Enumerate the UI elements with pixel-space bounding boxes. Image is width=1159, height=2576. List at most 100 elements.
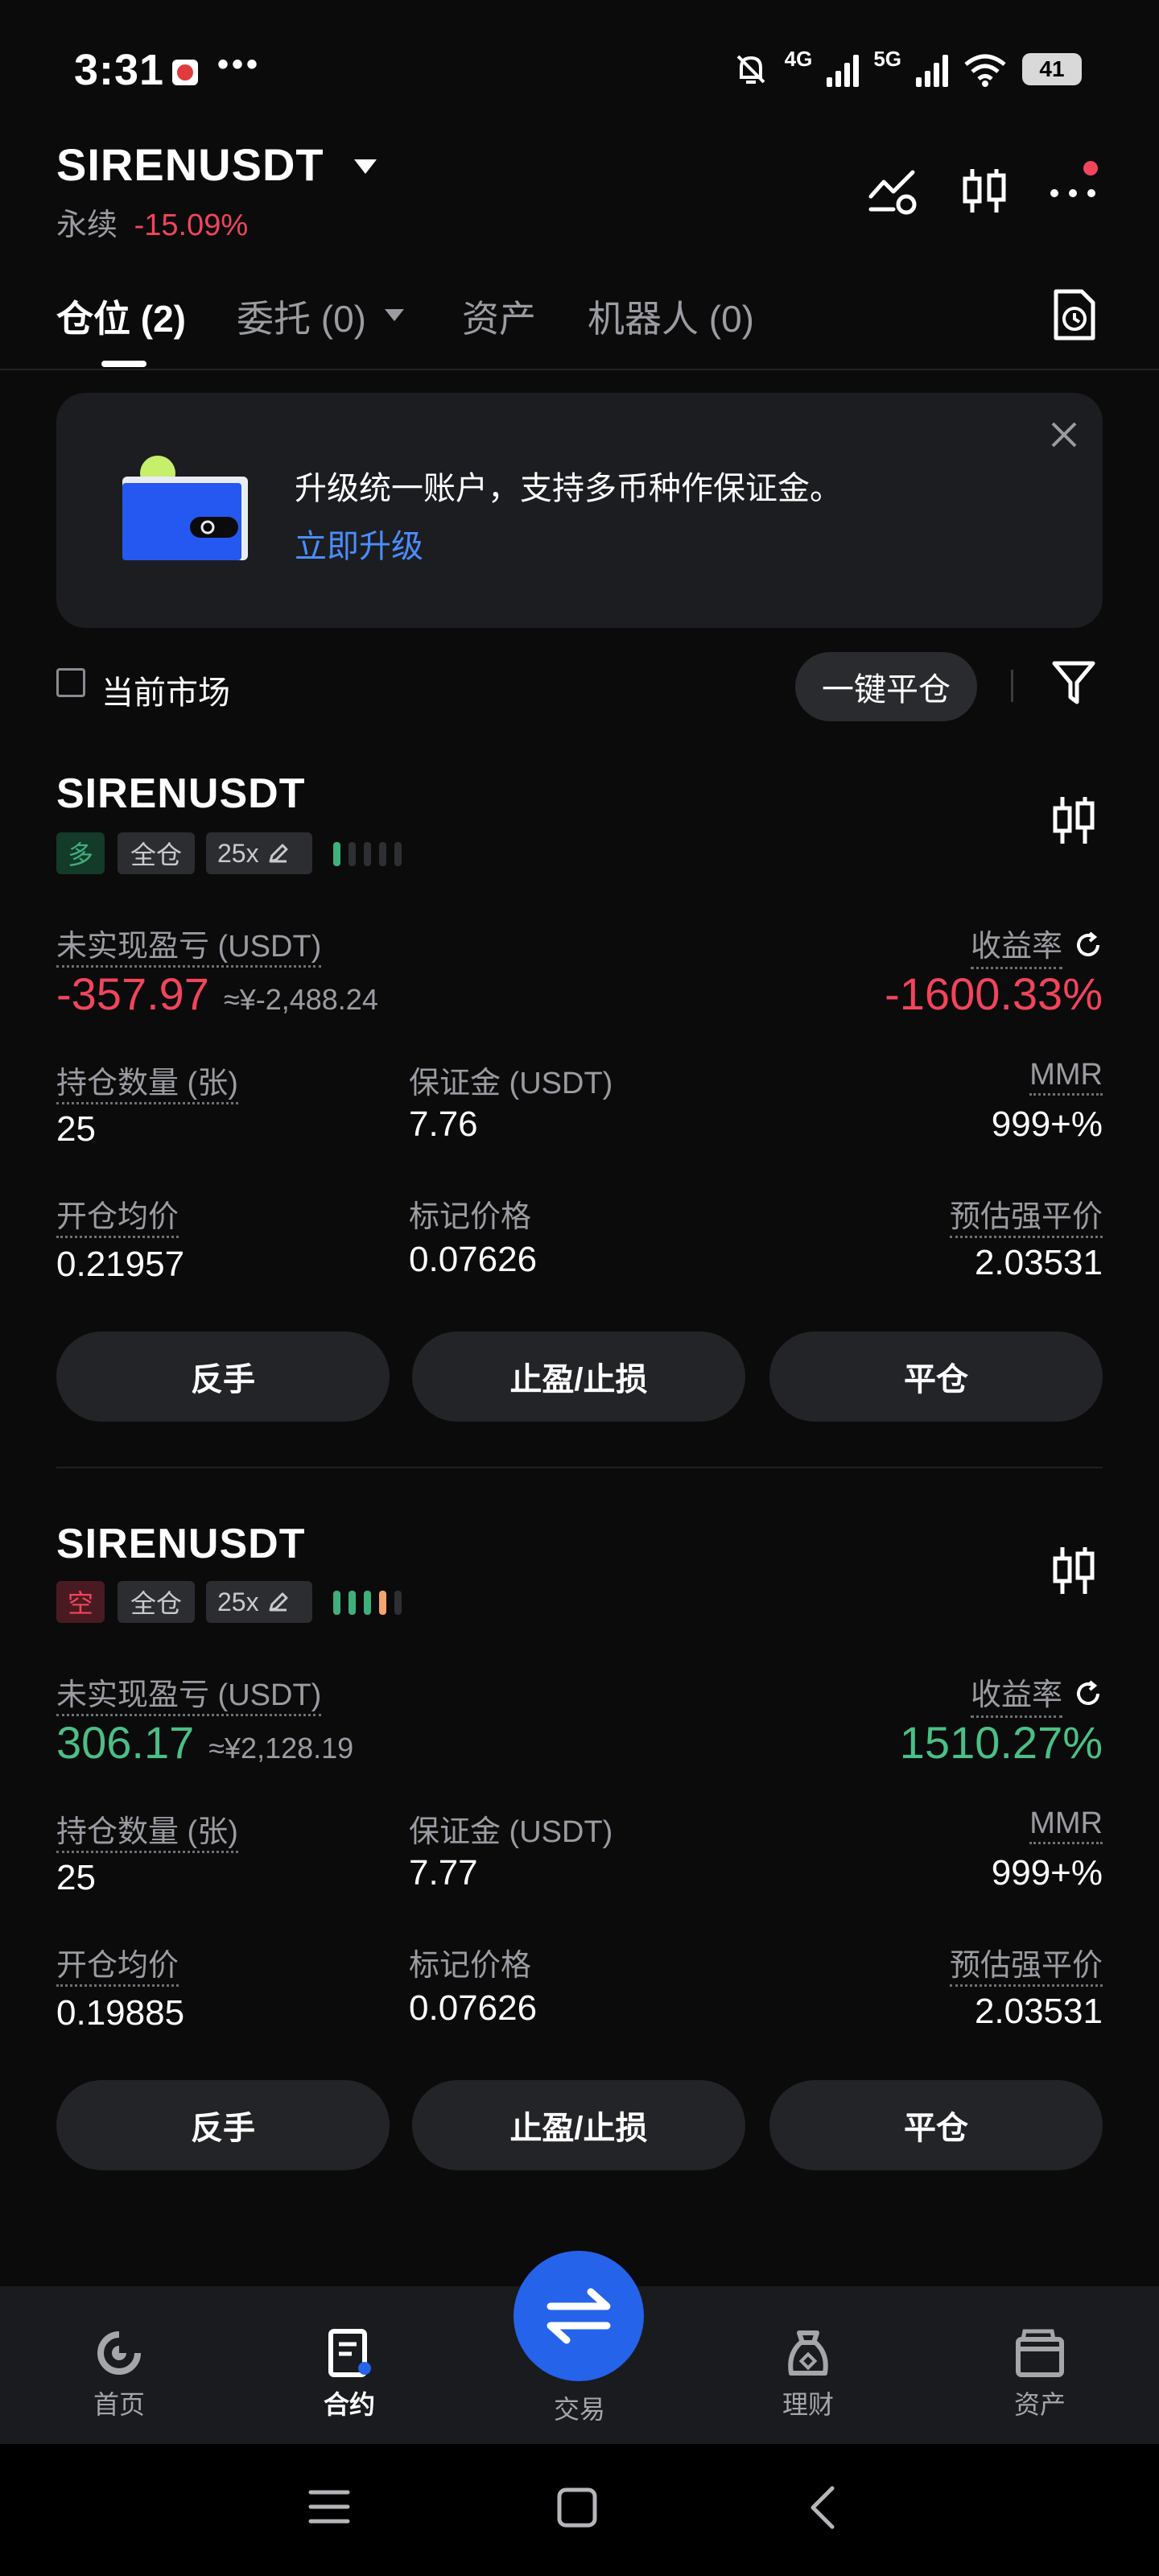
nav-contract-label: 合约 <box>323 2390 375 2419</box>
position-1-mmr-label: MMR <box>1029 1058 1103 1096</box>
position-2-entry: 0.19885 <box>56 1993 185 2033</box>
contract-type: 永续 <box>56 208 118 242</box>
back-icon[interactable] <box>806 2484 839 2531</box>
price-change: -15.09% <box>134 208 249 242</box>
position-2-roe-label: 收益率 <box>970 1670 1062 1718</box>
battery-icon: 41 <box>1022 53 1082 85</box>
position-2-size: 25 <box>56 1858 96 1897</box>
nav-home-label: 首页 <box>93 2390 145 2419</box>
status-time: 3:31 <box>74 46 165 94</box>
position-1-size: 25 <box>56 1109 96 1149</box>
position-2-roe: 1510.27% <box>899 1717 1103 1768</box>
position-1-mark-label: 标记价格 <box>409 1200 532 1234</box>
home-square-icon[interactable] <box>555 2486 599 2529</box>
position-2-margin-mode: 全仓 <box>118 1581 195 1623</box>
nav-contract[interactable]: 合约 <box>293 2326 406 2421</box>
upgrade-now-link[interactable]: 立即升级 <box>295 520 423 567</box>
refresh-icon[interactable] <box>1074 1679 1103 1708</box>
recent-apps-icon[interactable] <box>307 2487 351 2526</box>
position-1-chart-icon[interactable] <box>1051 794 1096 847</box>
close-icon[interactable] <box>1048 419 1080 451</box>
position-1-pnl: -357.97 <box>56 968 209 1019</box>
position-1-liq: 2.03531 <box>974 1243 1103 1282</box>
filter-divider <box>1011 670 1013 702</box>
position-2-tpsl-button[interactable]: 止盈/止损 <box>412 2080 745 2170</box>
wallet-icon <box>1016 2329 1064 2377</box>
position-1-mark: 0.07626 <box>409 1240 538 1279</box>
signal-icon <box>827 52 860 87</box>
nav-finance-label: 理财 <box>782 2390 834 2419</box>
position-2-mark: 0.07626 <box>409 1988 538 2028</box>
pair-subtitle: 永续 -15.09% <box>56 200 248 244</box>
position-2-close-button[interactable]: 平仓 <box>769 2080 1103 2170</box>
position-1-size-label: 持仓数量 (张) <box>56 1067 238 1104</box>
position-2-chart-icon[interactable] <box>1051 1544 1096 1597</box>
home-icon <box>97 2331 141 2375</box>
position-2-leverage-badge[interactable]: 25x <box>206 1581 312 1623</box>
tab-bots[interactable]: 机器人 (0) <box>588 290 754 343</box>
nav-home[interactable]: 首页 <box>63 2326 175 2421</box>
contract-icon <box>328 2329 371 2377</box>
tab-positions[interactable]: 仓位 (2) <box>56 290 186 343</box>
position-2-pnl: 306.17 <box>56 1717 195 1768</box>
close-all-button[interactable]: 一键平仓 <box>795 652 977 721</box>
edit-pencil-icon <box>269 844 288 863</box>
position-2-leverage: 25x <box>217 1587 259 1616</box>
filter-funnel-icon[interactable] <box>1051 658 1096 707</box>
network-4g-label: 4G <box>784 47 813 71</box>
current-market-label: 当前市场 <box>101 675 230 711</box>
position-1-margin-label: 保证金 (USDT) <box>409 1067 613 1100</box>
notification-dot <box>1083 161 1098 175</box>
position-1-roe: -1600.33% <box>885 968 1103 1019</box>
nav-assets-label: 资产 <box>1013 2390 1066 2419</box>
pair-title[interactable]: SIRENUSDT <box>56 138 324 191</box>
position-2-reverse-button[interactable]: 反手 <box>56 2080 390 2170</box>
position-1-entry-label: 开仓均价 <box>56 1200 179 1238</box>
swap-icon <box>547 2288 611 2344</box>
refresh-icon[interactable] <box>1074 931 1103 960</box>
pnl-analysis-icon[interactable] <box>866 164 919 217</box>
status-more-dots: ••• <box>217 47 262 82</box>
position-2-mmr-label: MMR <box>1029 1806 1103 1844</box>
position-1-margin: 7.76 <box>409 1104 478 1144</box>
position-1-mmr: 999+% <box>991 1104 1103 1144</box>
candlestick-chart-icon[interactable] <box>958 164 1011 217</box>
position-2-symbol: SIRENUSDT <box>56 1521 306 1567</box>
network-5g-label: 5G <box>873 47 901 71</box>
position-1-close-button[interactable]: 平仓 <box>769 1331 1103 1422</box>
position-2-size-label: 持仓数量 (张) <box>56 1815 238 1853</box>
nav-finance[interactable]: 理财 <box>752 2326 864 2421</box>
position-1-leverage: 25x <box>217 838 259 868</box>
history-document-icon[interactable] <box>1051 288 1096 341</box>
finance-icon <box>788 2330 828 2376</box>
position-1-pnl-cny: ≈¥-2,488.24 <box>223 983 378 1016</box>
tab-orders[interactable]: 委托 (0) <box>237 290 366 343</box>
orders-dropdown-icon[interactable] <box>385 309 404 321</box>
tab-assets[interactable]: 资产 <box>462 290 536 343</box>
position-1-pnl-label: 未实现盈亏 (USDT) <box>56 930 322 968</box>
position-1-leverage-badge[interactable]: 25x <box>206 832 312 874</box>
card-divider <box>56 1467 1103 1468</box>
position-1-reverse-button[interactable]: 反手 <box>56 1331 390 1422</box>
position-1-symbol: SIRENUSDT <box>56 770 306 817</box>
position-2-liq-label: 预估强平价 <box>949 1949 1103 1987</box>
current-market-checkbox[interactable] <box>56 668 85 697</box>
position-1-tpsl-button[interactable]: 止盈/止损 <box>412 1331 745 1422</box>
nav-assets[interactable]: 资产 <box>984 2326 1096 2421</box>
position-2-liq: 2.03531 <box>974 1992 1103 2031</box>
nav-trade[interactable]: 交易 <box>523 2384 636 2426</box>
banner-text: 升级统一账户，支持多币种作保证金。 <box>295 471 842 506</box>
pair-dropdown-icon[interactable] <box>354 159 377 174</box>
position-2-mmr: 999+% <box>991 1853 1103 1893</box>
position-1-margin-mode: 全仓 <box>118 832 195 874</box>
position-1-side-badge: 多 <box>56 832 105 874</box>
position-2-risk-bars <box>333 1591 402 1615</box>
position-2-pnl-label: 未实现盈亏 (USDT) <box>56 1678 322 1716</box>
position-2-entry-label: 开仓均价 <box>56 1949 179 1987</box>
position-1-risk-bars <box>333 842 402 866</box>
tabs-divider <box>0 369 1159 370</box>
trade-fab-button[interactable] <box>514 2251 644 2381</box>
position-1-liq-label: 预估强平价 <box>949 1200 1103 1238</box>
wallet-illustration-icon <box>122 456 248 560</box>
position-1-roe-label: 收益率 <box>970 921 1062 969</box>
